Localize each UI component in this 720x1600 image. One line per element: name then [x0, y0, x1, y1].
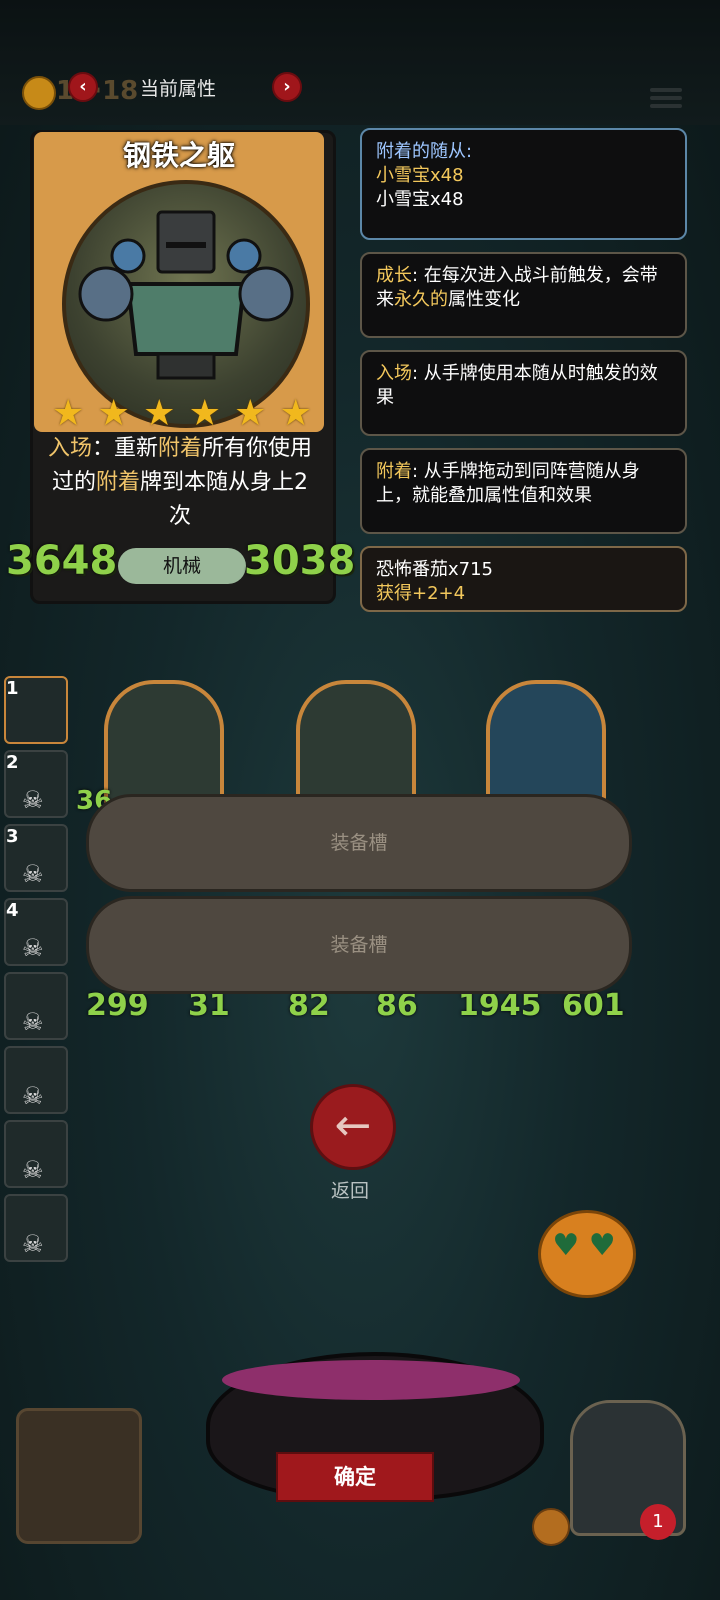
- menu-icon[interactable]: [650, 84, 682, 114]
- skull-icon: ☠: [22, 1156, 44, 1184]
- skull-icon: ☠: [22, 934, 44, 962]
- party-slot-number: 1: [6, 678, 19, 699]
- skull-icon: ☠: [22, 1082, 44, 1110]
- party-slot-number: 3: [6, 826, 19, 847]
- star-icon: ★: [188, 393, 221, 434]
- board-minion[interactable]: [486, 680, 606, 808]
- attach-keyword-box: 附着: 从手牌拖动到同阵营随从身上，就能叠加属性值和效果: [360, 448, 687, 534]
- hero-lives-badge: 1: [640, 1504, 676, 1540]
- equip-slot[interactable]: 装备槽: [86, 896, 632, 994]
- chevron-right-icon: ›: [283, 76, 291, 97]
- star-icon: ★: [52, 393, 85, 434]
- skull-icon: ☠: [22, 1008, 44, 1036]
- skull-icon: ☠: [22, 786, 44, 814]
- cauldron-liquid: [222, 1360, 520, 1400]
- back-button[interactable]: ←: [310, 1084, 396, 1170]
- attached-item: 小雪宝x48: [376, 165, 464, 186]
- buff-value: 获得+2+4: [376, 583, 466, 604]
- equip-slot[interactable]: 装备槽: [86, 794, 632, 892]
- top-bar: [0, 0, 720, 125]
- confirm-button[interactable]: 确定: [276, 1452, 434, 1502]
- card-name: 钢铁之躯: [122, 139, 235, 172]
- attached-title: 附着的随从:: [376, 141, 473, 162]
- star-icon: ★: [279, 393, 312, 434]
- star-icon: ★: [97, 393, 130, 434]
- card-attack: 3648: [6, 538, 118, 584]
- star-icon: ★: [234, 393, 267, 434]
- page-title: 当前属性: [140, 78, 217, 100]
- star-rating: ★ ★ ★ ★ ★ ★: [52, 396, 312, 432]
- entry-keyword-box: 入场: 从手牌使用本随从时触发的效果: [360, 350, 687, 436]
- growth-keyword-box: 成长: 在每次进入战斗前触发，会带来永久的属性变化: [360, 252, 687, 338]
- arrow-left-icon: ←: [334, 1100, 372, 1151]
- coin-icon: [22, 76, 56, 110]
- hero-power-icon[interactable]: [532, 1508, 570, 1546]
- attached-item: 小雪宝x48: [376, 189, 464, 210]
- attached-minions-box: 附着的随从: 小雪宝x48 小雪宝x48: [360, 128, 687, 240]
- party-slot-number: 2: [6, 752, 19, 773]
- board-minion[interactable]: [296, 680, 416, 808]
- next-button[interactable]: ›: [272, 72, 302, 102]
- buff-box: 恐怖番茄x715 获得+2+4: [360, 546, 687, 612]
- hero-portrait-left[interactable]: [16, 1408, 142, 1544]
- prev-button[interactable]: ‹: [68, 72, 98, 102]
- card-ability-text: 入场：重新附着所有你使用过的附着牌到本随从身上2次: [47, 436, 313, 529]
- board-minion[interactable]: [104, 680, 224, 808]
- pumpkin-face: ♥ ♥: [552, 1228, 616, 1263]
- card-tribe: 机械: [118, 548, 246, 584]
- star-icon: ★: [143, 393, 176, 434]
- skull-icon: ☠: [22, 1230, 44, 1258]
- robot-portrait: [62, 180, 310, 428]
- back-label: 返回: [330, 1180, 369, 1202]
- buff-title: 恐怖番茄x715: [376, 559, 494, 580]
- party-slot-number: 4: [6, 900, 19, 921]
- chevron-left-icon: ‹: [79, 76, 87, 97]
- card-health: 3038: [244, 538, 356, 584]
- skull-icon: ☠: [22, 860, 44, 888]
